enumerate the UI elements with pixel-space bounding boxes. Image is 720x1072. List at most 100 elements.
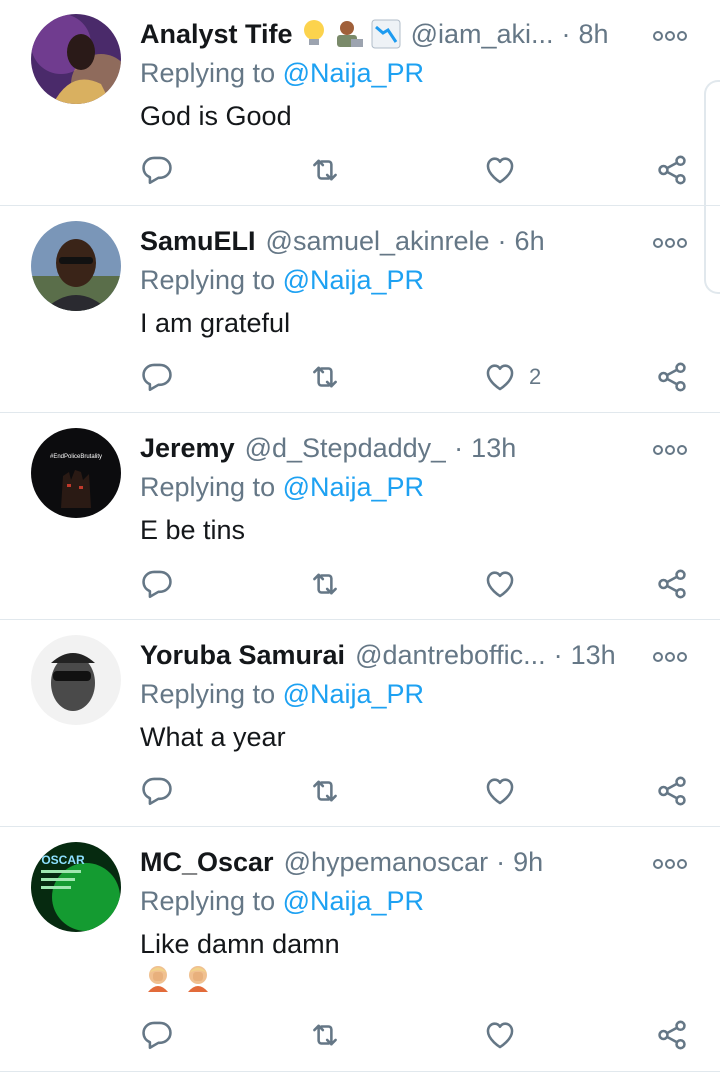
tweet-text: What a year (140, 722, 286, 752)
avatar[interactable]: OSCAR (31, 842, 121, 932)
replying-to: Replying to @Naija_PR (140, 472, 424, 503)
tweet-reply-2[interactable]: SamuELI @samuel_akinrele · 6h Replying t… (0, 207, 720, 413)
technologist-emoji (336, 21, 363, 47)
more-icon[interactable] (653, 31, 687, 41)
handle[interactable]: @iam_aki... (411, 19, 554, 50)
tweet-actions (0, 1015, 720, 1055)
timestamp[interactable]: 9h (513, 847, 543, 878)
heart-icon (486, 157, 514, 184)
share-button[interactable] (655, 771, 689, 811)
handle[interactable]: @hypemanoscar (284, 847, 489, 878)
light-bulb-emoji (303, 20, 324, 45)
tweet-text: I am grateful (140, 308, 291, 338)
replying-to: Replying to @Naija_PR (140, 58, 424, 89)
tweet-reply-3[interactable]: #EndPoliceBrutality Jeremy @d_Stepdaddy_… (0, 414, 720, 620)
timestamp[interactable]: 8h (579, 19, 609, 50)
handle[interactable]: @samuel_akinrele (266, 226, 490, 257)
timestamp[interactable]: 13h (471, 433, 516, 464)
retweet-button[interactable] (308, 564, 342, 604)
display-name[interactable]: Jeremy (140, 433, 235, 464)
tweet-header: Jeremy @d_Stepdaddy_ · 13h (140, 428, 690, 468)
share-button[interactable] (655, 1015, 689, 1055)
reply-icon (142, 570, 172, 599)
replying-label: Replying to (140, 58, 283, 88)
like-button[interactable]: 2 (483, 357, 541, 397)
mention-link[interactable]: @Naija_PR (283, 58, 424, 88)
avatar[interactable]: #EndPoliceBrutality (31, 428, 121, 518)
timestamp[interactable]: 6h (515, 226, 545, 257)
timestamp[interactable]: 13h (571, 640, 616, 671)
heart-icon (486, 1022, 514, 1049)
avatar-caption: #EndPoliceBrutality (50, 454, 102, 460)
reply-button[interactable] (140, 1015, 174, 1055)
share-icon (658, 569, 686, 599)
share-icon (658, 776, 686, 806)
reply-button[interactable] (140, 150, 174, 190)
dot-separator: · (497, 225, 507, 256)
tweet-text: Like damn damn (140, 929, 340, 959)
retweet-icon (313, 366, 337, 388)
retweet-button[interactable] (308, 1015, 342, 1055)
retweet-icon (313, 1024, 337, 1046)
mention-link[interactable]: @Naija_PR (283, 886, 424, 916)
share-icon (658, 362, 686, 392)
replying-label: Replying to (140, 265, 283, 295)
tweet-reply-4[interactable]: Yoruba Samurai @dantreboffic... · 13h Re… (0, 621, 720, 827)
tweet-actions (0, 150, 720, 190)
more-icon[interactable] (653, 445, 687, 455)
replying-label: Replying to (140, 472, 283, 502)
tweet-emojis (142, 962, 214, 994)
tweet-actions (0, 771, 720, 811)
tweet-header: SamuELI @samuel_akinrele · 6h (140, 221, 690, 261)
replying-label: Replying to (140, 679, 283, 709)
tweet-header: Yoruba Samurai @dantreboffic... · 13h (140, 635, 690, 675)
mention-link[interactable]: @Naija_PR (283, 472, 424, 502)
tweet-header: MC_Oscar @hypemanoscar · 9h (140, 842, 690, 882)
handle[interactable]: @dantreboffic... (355, 640, 546, 671)
dot-separator: · (454, 432, 464, 463)
dot-separator: · (553, 639, 563, 670)
reply-icon (142, 1021, 172, 1050)
reply-button[interactable] (140, 771, 174, 811)
tweet-reply-1[interactable]: Analyst Tife @iam_aki... · 8h Replying t… (0, 0, 720, 206)
more-icon[interactable] (653, 859, 687, 869)
retweet-button[interactable] (308, 357, 342, 397)
more-icon[interactable] (653, 238, 687, 248)
heart-icon (486, 778, 514, 805)
mention-link[interactable]: @Naija_PR (283, 265, 424, 295)
facepalm-emoji (148, 966, 168, 992)
like-count: 2 (529, 364, 542, 389)
name-emojis (301, 19, 401, 49)
heart-icon (486, 571, 514, 598)
share-button[interactable] (655, 564, 689, 604)
tweet-text: E be tins (140, 515, 246, 545)
retweet-button[interactable] (308, 771, 342, 811)
retweet-button[interactable] (308, 150, 342, 190)
share-button[interactable] (655, 150, 689, 190)
share-button[interactable] (655, 357, 689, 397)
tweet-reply-5[interactable]: OSCAR MC_Oscar @hypemanoscar · 9h Replyi… (0, 828, 720, 1072)
avatar[interactable] (31, 221, 121, 311)
avatar[interactable] (31, 14, 121, 104)
display-name[interactable]: Yoruba Samurai (140, 640, 345, 671)
display-name[interactable]: MC_Oscar (140, 847, 274, 878)
reply-button[interactable] (140, 357, 174, 397)
reply-button[interactable] (140, 564, 174, 604)
share-icon (658, 155, 686, 185)
chart-decreasing-emoji (371, 19, 401, 49)
like-button[interactable] (483, 771, 529, 811)
like-button[interactable] (483, 1015, 529, 1055)
like-button[interactable] (483, 564, 529, 604)
retweet-icon (313, 573, 337, 595)
handle[interactable]: @d_Stepdaddy_ (245, 433, 447, 464)
display-name[interactable]: SamuELI (140, 226, 256, 257)
replying-to: Replying to @Naija_PR (140, 265, 424, 296)
dot-separator: · (561, 18, 571, 49)
avatar[interactable] (31, 635, 121, 725)
replying-label: Replying to (140, 886, 283, 916)
more-icon[interactable] (653, 652, 687, 662)
like-button[interactable] (483, 150, 529, 190)
reply-icon (142, 156, 172, 185)
mention-link[interactable]: @Naija_PR (283, 679, 424, 709)
display-name[interactable]: Analyst Tife (140, 19, 293, 50)
